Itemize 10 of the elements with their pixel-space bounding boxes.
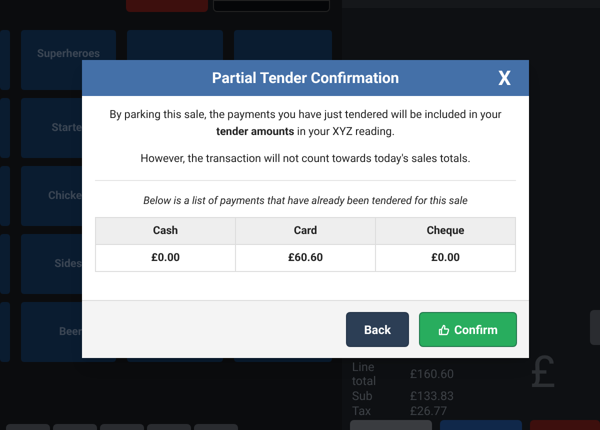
table-cell: £0.00 xyxy=(96,244,236,272)
note-text: However, the transaction will not count towards today's sales totals. xyxy=(139,152,472,166)
list-caption: Below is a list of payments that have already been tendered for this sale xyxy=(142,194,469,208)
column-header: Card xyxy=(236,218,376,244)
table-cell: £60.60 xyxy=(236,244,376,272)
column-header: Cash xyxy=(96,218,236,244)
table-cell: £0.00 xyxy=(376,244,516,272)
column-header: Cheque xyxy=(376,218,516,244)
total-amount: £ xyxy=(530,350,556,394)
dialog-title: Partial Tender Confirmation xyxy=(212,68,400,89)
